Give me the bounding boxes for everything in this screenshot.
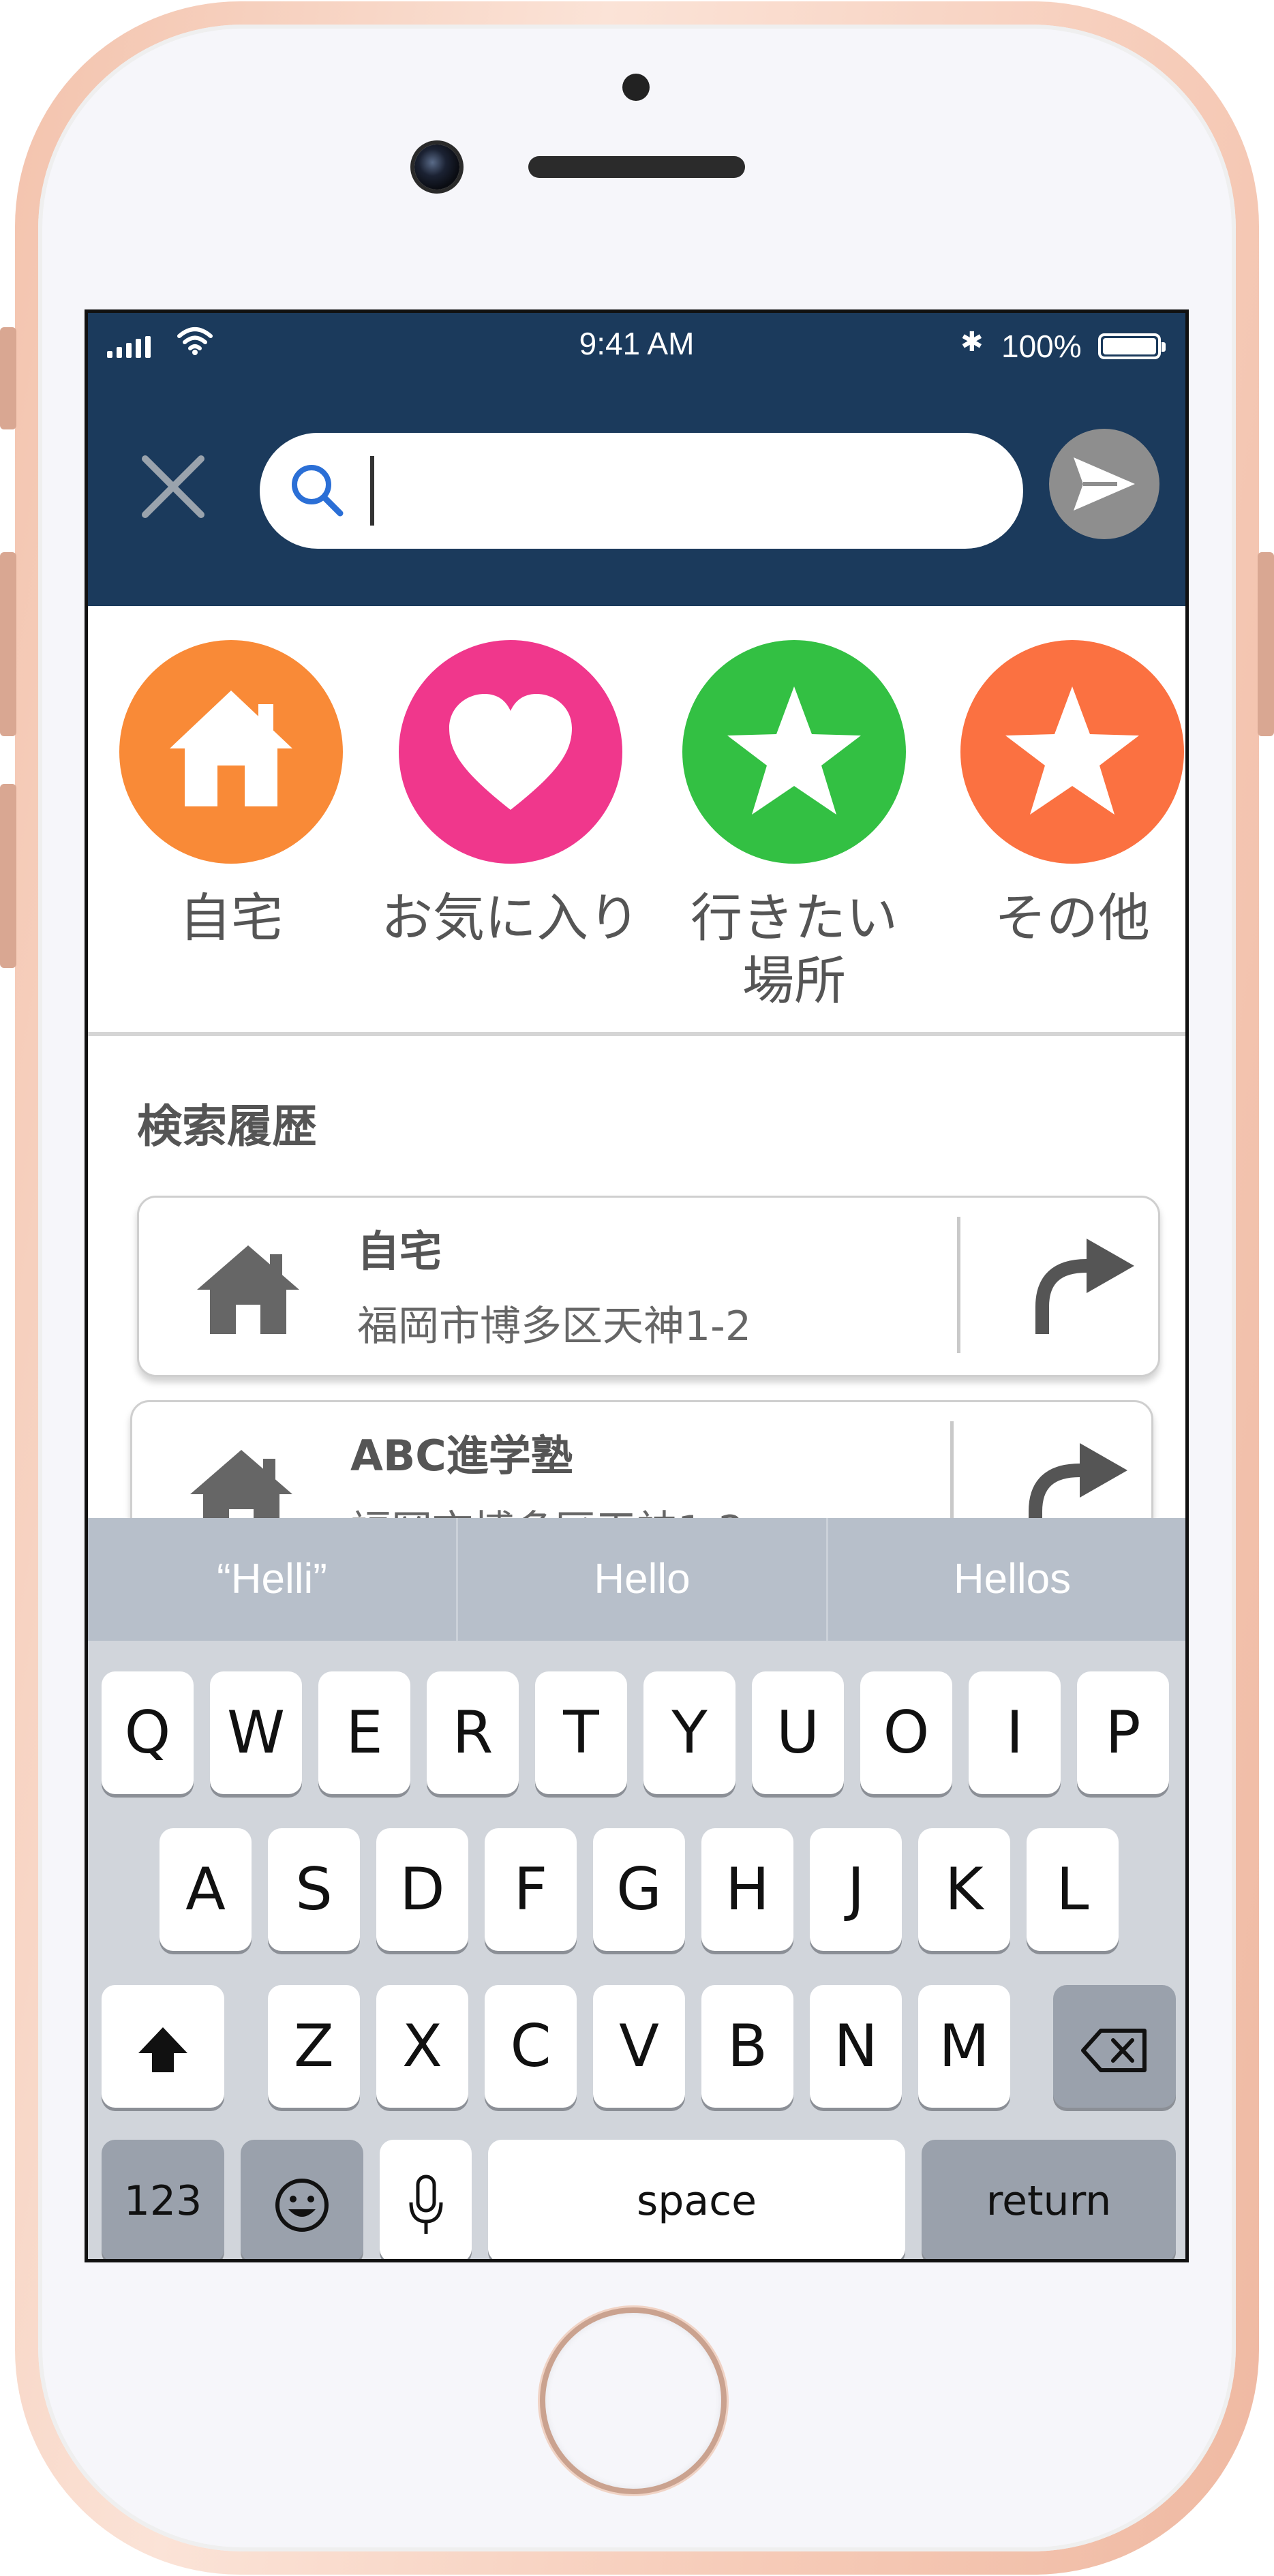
send-button[interactable] (1049, 429, 1159, 539)
status-bar: 9:41 AM ✱ 100% (88, 313, 1185, 374)
sensor-dot (622, 74, 650, 101)
key-e[interactable]: E (318, 1671, 410, 1794)
key-v[interactable]: V (593, 1985, 685, 2108)
shortcut-home-circle (119, 640, 343, 864)
send-icon (1074, 457, 1135, 511)
backspace-key[interactable] (1053, 1985, 1176, 2108)
emoji-key[interactable] (241, 2140, 363, 2259)
key-h[interactable]: H (701, 1828, 793, 1951)
key-g[interactable]: G (593, 1828, 685, 1951)
history-item-address: 福岡市博多区天神1-2 (357, 1303, 751, 1350)
shortcut-wishlist-circle (682, 640, 906, 864)
search-field[interactable] (260, 433, 1023, 549)
history-item-title: ABC進学塾 (350, 1431, 573, 1481)
shortcut-other-circle (960, 640, 1184, 864)
battery-percent: 100% (1001, 329, 1082, 364)
power-button (1258, 552, 1274, 736)
key-m[interactable]: M (918, 1985, 1010, 2108)
home-button[interactable] (540, 2307, 727, 2494)
suggestion-3[interactable]: Hellos (828, 1518, 1185, 1641)
key-b[interactable]: B (701, 1985, 793, 2108)
return-key[interactable]: return (922, 2140, 1176, 2259)
close-icon[interactable] (136, 449, 211, 524)
key-u[interactable]: U (752, 1671, 844, 1794)
shortcut-label: お気に入り (381, 888, 640, 948)
history-item[interactable]: 自宅 福岡市博多区天神1-2 (137, 1196, 1160, 1377)
key-z[interactable]: Z (268, 1985, 360, 2108)
space-key[interactable]: space (488, 2140, 905, 2259)
route-arrow-icon[interactable] (977, 1218, 1148, 1354)
key-n[interactable]: N (810, 1985, 902, 2108)
backspace-icon (1081, 2028, 1147, 2072)
star-icon (727, 686, 861, 815)
key-i[interactable]: I (969, 1671, 1061, 1794)
house-icon (197, 1245, 299, 1334)
shortcut-label: 自宅 (179, 888, 283, 948)
key-o[interactable]: O (860, 1671, 952, 1794)
key-q[interactable]: Q (102, 1671, 194, 1794)
shortcut-label: その他 (995, 888, 1150, 948)
key-t[interactable]: T (535, 1671, 627, 1794)
key-f[interactable]: F (485, 1828, 577, 1951)
suggestion-bar: “Helli” Hello Hellos (88, 1518, 1185, 1641)
history-item-title: 自宅 (357, 1226, 442, 1276)
key-c[interactable]: C (485, 1985, 577, 2108)
search-icon (292, 465, 344, 517)
shift-key[interactable] (102, 1985, 224, 2108)
keyboard: “Helli” Hello Hellos Q W E R T Y U O I P… (88, 1518, 1185, 2259)
key-w[interactable]: W (210, 1671, 302, 1794)
key-k[interactable]: K (918, 1828, 1010, 1951)
volume-up-button (0, 552, 16, 736)
front-camera (414, 145, 459, 190)
volume-down-button (0, 784, 16, 968)
search-input[interactable] (362, 453, 978, 530)
suggestion-1[interactable]: “Helli” (88, 1518, 456, 1641)
shortcut-home[interactable]: 自宅 (88, 640, 374, 950)
shortcut-other[interactable]: その他 (929, 640, 1185, 950)
house-icon (170, 691, 292, 806)
key-a[interactable]: A (160, 1828, 252, 1951)
key-j[interactable]: J (810, 1828, 902, 1951)
bluetooth-icon: ✱ (960, 327, 984, 358)
search-header (88, 374, 1185, 606)
battery-icon (1098, 333, 1166, 359)
history-title: 検索履歴 (137, 1100, 317, 1153)
key-r[interactable]: R (427, 1671, 519, 1794)
shift-icon (138, 2027, 187, 2072)
key-p[interactable]: P (1077, 1671, 1169, 1794)
key-x[interactable]: X (376, 1985, 468, 2108)
numbers-key[interactable]: 123 (102, 2140, 224, 2259)
microphone-key[interactable] (380, 2140, 472, 2259)
emoji-icon (275, 2178, 329, 2232)
shortcut-favorites[interactable]: お気に入り (367, 640, 654, 950)
shortcut-wishlist[interactable]: 行きたい 場所 (651, 640, 937, 1012)
star-icon (1005, 686, 1139, 815)
suggestion-2[interactable]: Hello (458, 1518, 826, 1641)
shortcut-favorites-circle (399, 640, 622, 864)
key-d[interactable]: D (376, 1828, 468, 1951)
key-y[interactable]: Y (643, 1671, 735, 1794)
key-s[interactable]: S (268, 1828, 360, 1951)
shortcut-strip: 自宅 お気に入り 行きたい 場所 その他 (88, 606, 1185, 1036)
card-divider (957, 1217, 960, 1353)
mute-switch (0, 327, 16, 429)
earpiece-speaker (528, 156, 745, 178)
key-l[interactable]: L (1027, 1828, 1119, 1951)
heart-icon (449, 694, 572, 810)
screen: 9:41 AM ✱ 100% 自宅 お気に入り 行きたい 場所 その他 検索履歴… (85, 309, 1189, 2262)
microphone-icon (409, 2175, 442, 2234)
shortcut-label: 行きたい 場所 (691, 888, 898, 1011)
